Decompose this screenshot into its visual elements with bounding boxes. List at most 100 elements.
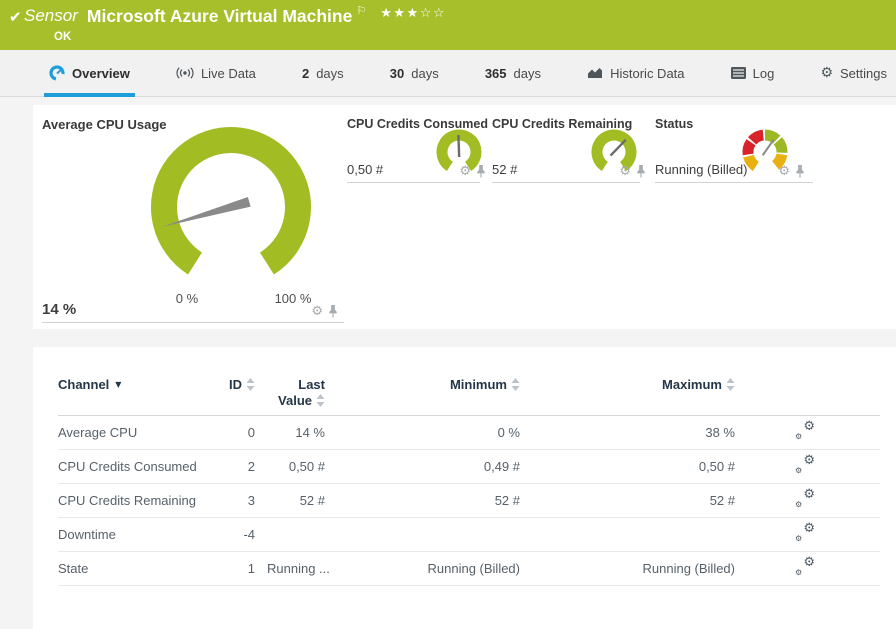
channel-last-value — [263, 518, 333, 552]
gauge-toolbar: ⚙ — [459, 165, 486, 178]
stars-empty[interactable]: ☆☆ — [420, 6, 446, 21]
channel-settings-icon[interactable]: ⚙⚙ — [795, 456, 815, 474]
channel-name: Downtime — [58, 518, 208, 552]
column-header-last-value[interactable]: Last Value — [263, 371, 333, 416]
chevron-down-icon[interactable]: ▼ — [115, 380, 121, 389]
channel-name: State — [58, 552, 208, 586]
tab-label: Log — [753, 66, 775, 81]
channel-maximum: 0,50 # — [528, 450, 743, 484]
tab-2-days[interactable]: 2 days — [297, 50, 349, 96]
channel-id: 0 — [208, 416, 263, 450]
tab-settings[interactable]: ⚙ Settings — [815, 50, 892, 96]
tab-label: Settings — [840, 66, 887, 81]
gear-icon: ⚙ — [820, 66, 833, 80]
gauge-needle — [611, 140, 626, 156]
table-row-cpu-credits-remaining: CPU Credits Remaining 3 52 # 52 # 52 # ⚙… — [58, 484, 880, 518]
channel-last-value: 52 # — [263, 484, 333, 518]
tab-number: 30 — [390, 66, 404, 81]
prtg-sensor-page: ✔ Sensor Microsoft Azure Virtual Machine… — [0, 0, 896, 629]
table-row-cpu-credits-consumed: CPU Credits Consumed 2 0,50 # 0,49 # 0,5… — [58, 450, 880, 484]
tab-historic-data[interactable]: Historic Data — [582, 50, 689, 96]
channel-maximum — [528, 518, 743, 552]
channel-table-panel: Channel▼ ID Last Value Minimum Maximum A… — [33, 347, 896, 629]
channel-id: 3 — [208, 484, 263, 518]
gauges-panel: Average CPU Usage 0 % 100 % 14 % ⚙ CPU C… — [33, 105, 896, 329]
gauge-cpu-credits-consumed: CPU Credits Consumed 0,50 # ⚙ — [347, 115, 480, 183]
channel-maximum: Running (Billed) — [528, 552, 743, 586]
gauge-toolbar: ⚙ — [778, 165, 805, 178]
priority-flag-icon[interactable]: ⚐ — [356, 4, 366, 18]
sensor-title-row: Sensor Microsoft Azure Virtual Machine ⚐… — [24, 4, 446, 28]
channel-maximum: 52 # — [528, 484, 743, 518]
channel-minimum: 0 % — [333, 416, 528, 450]
channel-id: 2 — [208, 450, 263, 484]
channel-last-value: 0,50 # — [263, 450, 333, 484]
column-header-actions — [743, 371, 880, 416]
gauge-settings-icon[interactable]: ⚙ — [459, 165, 471, 178]
table-row-downtime: Downtime -4 ⚙⚙ — [58, 518, 880, 552]
gauge-settings-icon[interactable]: ⚙ — [311, 305, 323, 318]
tab-label: Overview — [72, 66, 130, 81]
sort-icon[interactable] — [726, 378, 735, 391]
tab-live-data[interactable]: Live Data — [171, 50, 261, 96]
gauge-value: Running (Billed) — [655, 162, 748, 177]
gauge-value: 52 # — [492, 162, 517, 177]
pin-icon[interactable] — [476, 165, 486, 178]
channel-name: CPU Credits Consumed — [58, 450, 208, 484]
tab-365-days[interactable]: 365 days — [480, 50, 546, 96]
sensor-status-badge: OK — [54, 31, 71, 43]
gauge-scale-min: 0 % — [157, 291, 217, 306]
tab-label: days — [514, 66, 541, 81]
gauge-cpu-credits-remaining: CPU Credits Remaining 52 # ⚙ — [492, 115, 640, 183]
gauge-needle — [458, 135, 459, 157]
gauge-status: Status Running (Billed) ⚙ — [655, 115, 813, 183]
area-chart-icon — [587, 67, 603, 79]
sort-icon[interactable] — [246, 378, 255, 391]
tab-number: 2 — [302, 66, 309, 81]
channel-last-value: 14 % — [263, 416, 333, 450]
gauge-value: 14 % — [42, 301, 76, 318]
column-header-minimum[interactable]: Minimum — [333, 371, 528, 416]
tab-label: days — [316, 66, 343, 81]
channel-settings-icon[interactable]: ⚙⚙ — [795, 558, 815, 576]
pin-icon[interactable] — [795, 165, 805, 178]
channel-settings-icon[interactable]: ⚙⚙ — [795, 490, 815, 508]
channel-id: 1 — [208, 552, 263, 586]
sort-icon[interactable] — [511, 378, 520, 391]
channel-minimum: Running (Billed) — [333, 552, 528, 586]
channel-settings-icon[interactable]: ⚙⚙ — [795, 524, 815, 542]
gauge-settings-icon[interactable]: ⚙ — [619, 165, 631, 178]
ok-check-icon: ✔ — [9, 8, 22, 26]
channel-name: CPU Credits Remaining — [58, 484, 208, 518]
tab-log[interactable]: Log — [726, 50, 780, 96]
gauge-needle — [763, 140, 774, 156]
gauge-title: Status — [655, 117, 693, 131]
sort-icon[interactable] — [316, 394, 325, 407]
tab-30-days[interactable]: 30 days — [385, 50, 444, 96]
channel-table: Channel▼ ID Last Value Minimum Maximum A… — [58, 371, 880, 586]
channel-maximum: 38 % — [528, 416, 743, 450]
column-header-maximum[interactable]: Maximum — [528, 371, 743, 416]
pin-icon[interactable] — [636, 165, 646, 178]
priority-stars-rating[interactable]: ★★★☆☆ — [380, 7, 446, 21]
tab-overview[interactable]: Overview — [44, 50, 135, 96]
live-broadcast-icon — [176, 67, 194, 79]
channel-name: Average CPU — [58, 416, 208, 450]
gauge-settings-icon[interactable]: ⚙ — [778, 165, 790, 178]
column-header-id[interactable]: ID — [208, 371, 263, 416]
pin-icon[interactable] — [328, 305, 338, 318]
gauge-icon — [49, 65, 65, 81]
object-type-label: Sensor — [24, 4, 78, 28]
table-row-average-cpu: Average CPU 0 14 % 0 % 38 % ⚙⚙ — [58, 416, 880, 450]
sensor-header: ✔ Sensor Microsoft Azure Virtual Machine… — [0, 0, 896, 50]
average-cpu-gauge-chart — [146, 122, 316, 292]
gauge-average-cpu: Average CPU Usage 0 % 100 % 14 % ⚙ — [42, 115, 344, 323]
tab-label: Historic Data — [610, 66, 684, 81]
table-header-row: Channel▼ ID Last Value Minimum Maximum — [58, 371, 880, 416]
table-row-state: State 1 Running ... Running (Billed) Run… — [58, 552, 880, 586]
tab-bar: Overview Live Data 2 days 30 days 365 da… — [0, 50, 896, 97]
column-header-channel[interactable]: Channel▼ — [58, 371, 208, 416]
channel-last-value: Running ... — [263, 552, 333, 586]
stars-filled[interactable]: ★★★ — [380, 6, 419, 21]
channel-settings-icon[interactable]: ⚙⚙ — [795, 422, 815, 440]
